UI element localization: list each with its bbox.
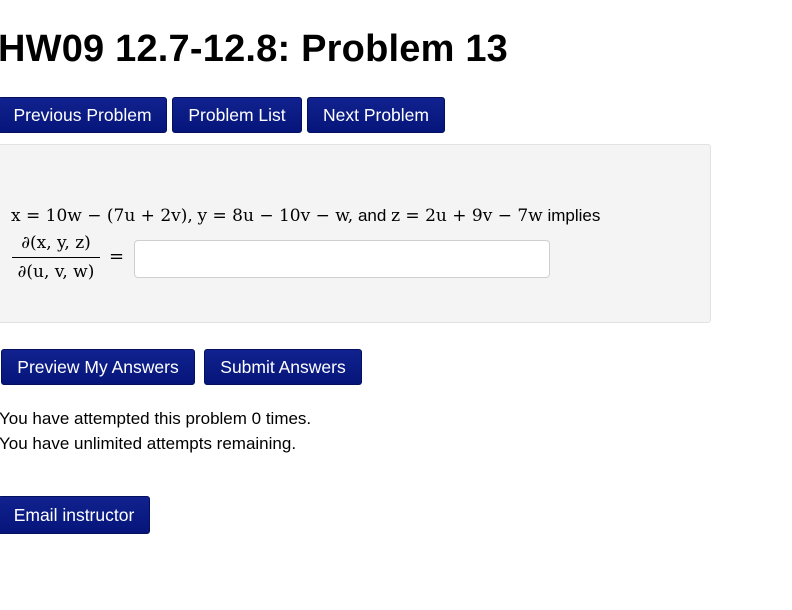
y-definition: y = 8u − 10v − w, xyxy=(197,206,354,226)
and-text: and xyxy=(357,206,387,225)
attempts-info: You have attempted this problem 0 times.… xyxy=(0,406,311,456)
preview-answers-button[interactable]: Preview My Answers xyxy=(1,349,195,385)
z-definition: z = 2u + 9v − 7w xyxy=(391,206,543,226)
previous-problem-button[interactable]: Previous Problem xyxy=(0,97,167,133)
answer-input[interactable] xyxy=(134,240,550,278)
implies-text: implies xyxy=(547,206,601,225)
problem-list-button[interactable]: Problem List xyxy=(172,97,302,133)
problem-container xyxy=(0,144,711,323)
x-definition: x = 10w − (7u + 2v), xyxy=(11,206,193,226)
email-instructor-button[interactable]: Email instructor xyxy=(0,496,150,534)
page-title: HW09 12.7-12.8: Problem 13 xyxy=(0,28,508,70)
attempts-remaining-text: You have unlimited attempts remaining. xyxy=(0,434,297,453)
problem-statement: x = 10w − (7u + 2v), y = 8u − 10v − w, a… xyxy=(11,206,600,226)
fraction-bar xyxy=(12,257,100,258)
next-problem-button[interactable]: Next Problem xyxy=(307,97,445,133)
submit-answers-button[interactable]: Submit Answers xyxy=(204,349,362,385)
page: HW09 12.7-12.8: Problem 13 Previous Prob… xyxy=(0,0,792,610)
jacobian-fraction: ∂(x, y, z) ∂(u, v, w) xyxy=(12,232,100,284)
attempts-count-text: You have attempted this problem 0 times. xyxy=(0,409,312,428)
equals-sign: = xyxy=(109,246,125,267)
fraction-denominator: ∂(u, v, w) xyxy=(17,262,95,282)
fraction-numerator: ∂(x, y, z) xyxy=(21,233,91,253)
